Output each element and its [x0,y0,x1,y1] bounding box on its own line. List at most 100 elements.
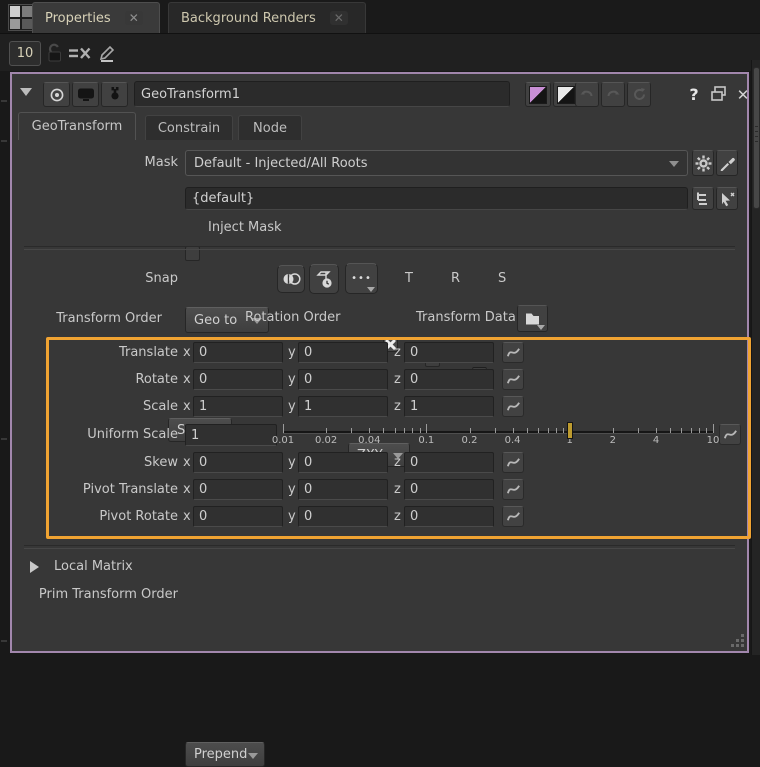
pivot-translate-curve-button[interactable] [502,479,524,500]
prim-transform-order-value: Prepend [194,747,247,762]
local-matrix-expander-icon[interactable] [30,561,39,573]
slider-track [283,431,713,434]
edge-mark [1,100,7,102]
skew-curve-button[interactable] [502,452,524,473]
tab-background-renders-close-icon[interactable]: ✕ [330,11,348,25]
pivot-translate-y-field[interactable] [298,479,388,500]
transform-data-button[interactable] [517,305,548,332]
mask-eyedropper-button[interactable] [716,150,738,176]
translate-y-field[interactable] [298,342,388,363]
mask-label: Mask [12,155,178,170]
edit-pencil-icon[interactable] [96,42,117,67]
axis-z-label: z [394,509,401,524]
pivot-rotate-label: Pivot Rotate [12,509,178,524]
pivot-translate-x-field[interactable] [193,479,283,500]
folder-icon [524,311,541,326]
axis-z-label: z [394,482,401,497]
translate-x-field[interactable] [193,342,283,363]
mask-cel-field[interactable] [185,187,688,210]
max-panels-field[interactable]: 10 [9,41,41,66]
axis-y-label: y [288,509,296,524]
curve-icon [506,372,521,387]
uniform-scale-slider[interactable]: 0.010.020.040.10.20.412410 [283,420,713,448]
axis-x-label: x [183,345,191,360]
scale-curve-button[interactable] [502,396,524,417]
scenegraph-tree-icon [695,191,711,206]
curve-icon [723,427,738,442]
scale-y-field[interactable] [298,396,388,417]
rotate-x-field[interactable] [193,369,283,390]
snap-more-button[interactable]: ••• [345,263,378,294]
mask-preset-dropdown[interactable]: Default - Injected/All Roots [185,150,688,176]
rotate-z-field[interactable] [404,369,494,390]
edge-mark [1,140,7,142]
axis-x-label: x [183,399,191,414]
render-node-button[interactable] [72,82,99,107]
section-divider [24,545,735,549]
snap-label: Snap [12,271,178,286]
prim-transform-order-dropdown[interactable]: Prepend [185,742,265,767]
pivot-rotate-curve-button[interactable] [502,506,524,527]
clear-edits-icon[interactable] [68,46,91,65]
transform-data-label: Transform Data [416,310,516,325]
close-panel-button[interactable]: ✕ [734,82,752,107]
pivot-rotate-y-field[interactable] [298,506,388,527]
scrollbar-thumb[interactable] [753,67,760,209]
redo-button[interactable] [601,82,625,107]
tab-properties[interactable]: Properties ✕ [32,2,160,33]
uniform-scale-curve-button[interactable] [719,424,741,445]
tab-properties-close-icon[interactable]: ✕ [125,11,143,25]
uniform-scale-field[interactable] [185,424,277,446]
scenegraph-browse-button[interactable] [692,187,714,210]
pivot-rotate-x-field[interactable] [193,506,283,527]
axis-x-label: x [183,372,191,387]
resize-grip[interactable] [729,632,745,648]
chevron-down-icon [537,325,545,330]
rotate-curve-button[interactable] [502,369,524,390]
help-button[interactable]: ? [684,82,704,107]
mask-settings-button[interactable] [692,150,714,176]
cel-select-button[interactable] [716,187,738,210]
snap-rotate-label: R [451,271,460,286]
tab-background-renders[interactable]: Background Renders ✕ [168,2,366,33]
rotate-y-field[interactable] [298,369,388,390]
lock-icon[interactable] [45,42,64,68]
float-window-icon [710,85,727,102]
axis-z-label: z [394,399,401,414]
translate-curve-button[interactable] [502,342,524,363]
skew-x-field[interactable] [193,452,283,473]
slider-handle[interactable] [567,422,573,439]
monitor-icon [77,87,95,102]
scale-x-field[interactable] [193,396,283,417]
view-node-button[interactable] [43,82,70,107]
snap-components-button[interactable] [309,264,339,294]
snap-translate-label: T [405,271,413,286]
eyedropper-icon [719,155,735,171]
pivot-rotate-z-field[interactable] [404,506,494,527]
snap-geometry-button[interactable] [277,265,305,293]
curve-icon [506,482,521,497]
pane-menu-icon[interactable] [8,4,34,31]
node-color-swatch-button[interactable] [525,82,551,107]
tab-constrain[interactable]: Constrain [145,115,233,140]
skew-y-field[interactable] [298,452,388,473]
tab-geotransform[interactable]: GeoTransform [18,112,136,140]
vertical-scrollbar[interactable] [751,60,760,655]
edge-mark [1,640,7,642]
detach-panel-button[interactable] [710,85,727,106]
node-name-field[interactable] [134,81,510,107]
tab-constrain-label: Constrain [158,121,220,136]
undo-button[interactable] [575,82,599,107]
pivot-translate-z-field[interactable] [404,479,494,500]
reset-button[interactable] [627,82,651,107]
axis-y-label: y [288,455,296,470]
axis-x-label: x [183,509,191,524]
redo-icon [605,88,621,101]
scale-z-field[interactable] [404,396,494,417]
tab-node[interactable]: Node [238,115,302,140]
translate-z-field[interactable] [404,342,494,363]
collapse-arrow-icon[interactable] [20,88,32,96]
axis-x-label: x [183,482,191,497]
edit-node-button[interactable] [101,82,128,107]
skew-z-field[interactable] [404,452,494,473]
